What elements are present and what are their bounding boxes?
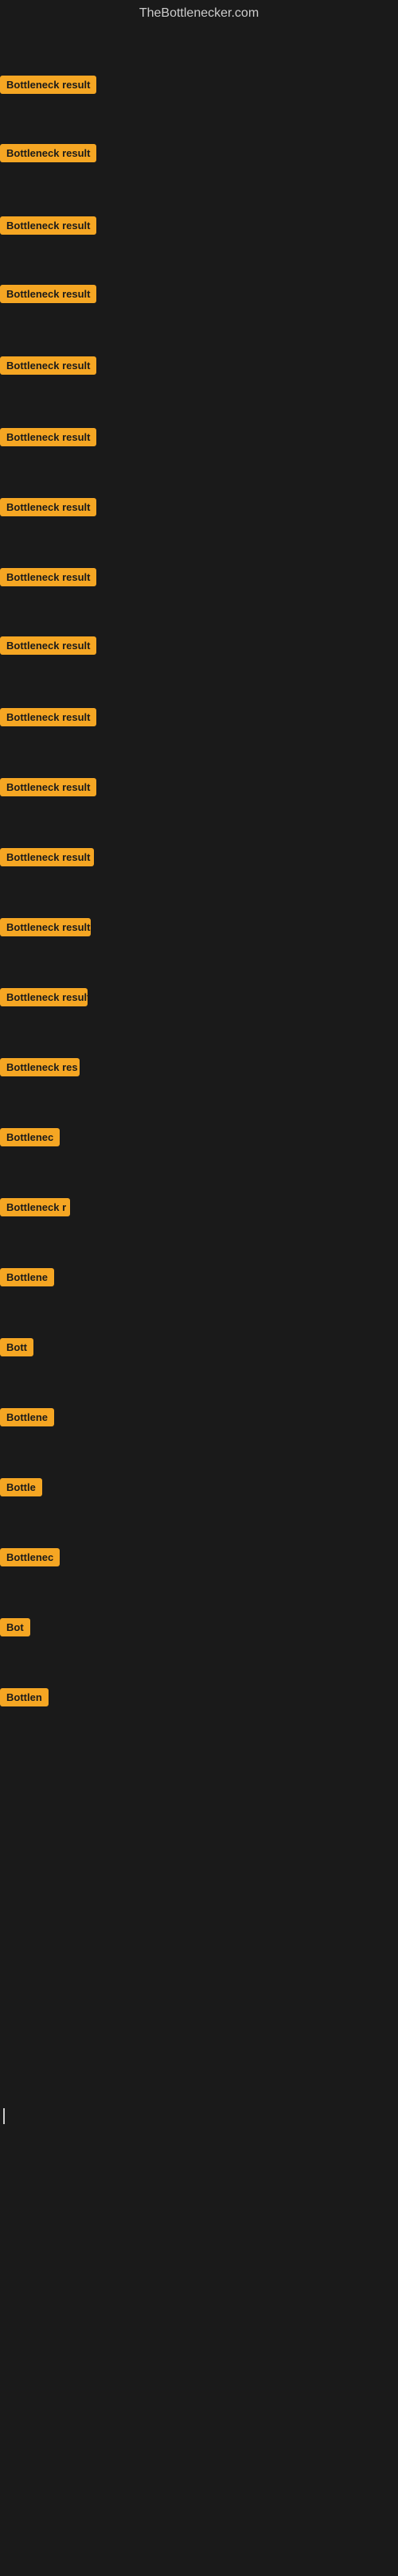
result-row-12: Bottleneck result [0, 848, 398, 870]
result-row-13: Bottleneck result [0, 918, 398, 940]
bottleneck-badge-21: Bottle [0, 1478, 42, 1496]
bottleneck-badge-1: Bottleneck result [0, 76, 96, 94]
result-row-17: Bottleneck r [0, 1198, 398, 1220]
bottleneck-badge-2: Bottleneck result [0, 144, 96, 162]
result-row-24: Bottlen [0, 1688, 398, 1710]
result-row-4: Bottleneck result [0, 285, 398, 307]
bottleneck-badge-17: Bottleneck r [0, 1198, 70, 1216]
result-row-6: Bottleneck result [0, 428, 398, 450]
bottleneck-badge-14: Bottleneck result [0, 988, 88, 1006]
bottleneck-badge-7: Bottleneck result [0, 498, 96, 516]
result-row-1: Bottleneck result [0, 76, 398, 98]
result-row-21: Bottle [0, 1478, 398, 1500]
bottleneck-badge-5: Bottleneck result [0, 356, 96, 375]
bottleneck-badge-6: Bottleneck result [0, 428, 96, 446]
result-row-20: Bottlene [0, 1408, 398, 1430]
bottleneck-badge-16: Bottlenec [0, 1128, 60, 1146]
bottleneck-badge-4: Bottleneck result [0, 285, 96, 303]
bottleneck-badge-23: Bot [0, 1618, 30, 1636]
result-row-10: Bottleneck result [0, 708, 398, 730]
result-row-15: Bottleneck res [0, 1058, 398, 1080]
result-row-8: Bottleneck result [0, 568, 398, 590]
result-row-5: Bottleneck result [0, 356, 398, 379]
result-row-18: Bottlene [0, 1268, 398, 1290]
bottleneck-badge-24: Bottlen [0, 1688, 49, 1706]
bottleneck-badge-20: Bottlene [0, 1408, 54, 1426]
result-row-9: Bottleneck result [0, 636, 398, 659]
bottleneck-badge-18: Bottlene [0, 1268, 54, 1286]
bottleneck-badge-15: Bottleneck res [0, 1058, 80, 1076]
bottleneck-badge-10: Bottleneck result [0, 708, 96, 726]
result-row-7: Bottleneck result [0, 498, 398, 520]
result-row-14: Bottleneck result [0, 988, 398, 1010]
bottleneck-badge-19: Bott [0, 1338, 33, 1356]
result-row-19: Bott [0, 1338, 398, 1360]
result-row-11: Bottleneck result [0, 778, 398, 800]
result-row-3: Bottleneck result [0, 216, 398, 239]
bottleneck-badge-12: Bottleneck result [0, 848, 94, 866]
site-title: TheBottlenecker.com [0, 0, 398, 30]
bottleneck-badge-13: Bottleneck result [0, 918, 91, 936]
bottleneck-badge-22: Bottlenec [0, 1548, 60, 1566]
result-row-22: Bottlenec [0, 1548, 398, 1570]
bottleneck-badge-11: Bottleneck result [0, 778, 96, 796]
result-row-16: Bottlenec [0, 1128, 398, 1150]
bottleneck-badge-3: Bottleneck result [0, 216, 96, 235]
result-row-2: Bottleneck result [0, 144, 398, 166]
result-row-23: Bot [0, 1618, 398, 1640]
results-container: Bottleneck result Bottleneck result Bottle… [0, 30, 398, 2576]
bottleneck-badge-8: Bottleneck result [0, 568, 96, 586]
cursor-indicator [3, 2108, 5, 2124]
bottleneck-badge-9: Bottleneck result [0, 636, 96, 655]
